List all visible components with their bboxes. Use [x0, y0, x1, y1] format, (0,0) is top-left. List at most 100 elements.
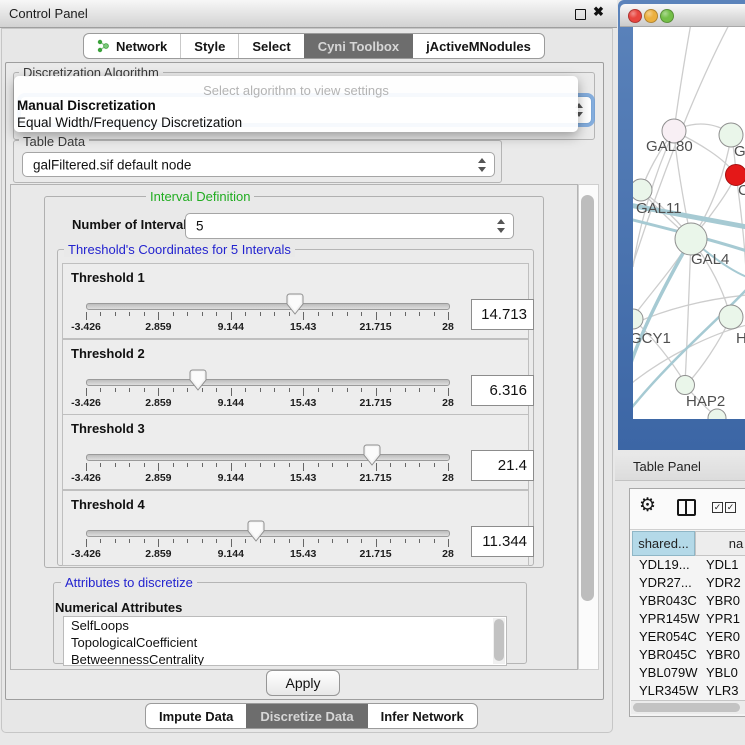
- menu-item-manual-discretization[interactable]: Manual Discretization: [17, 98, 156, 113]
- slider-track[interactable]: [86, 454, 450, 461]
- numerical-attributes-label: Numerical Attributes: [55, 600, 182, 615]
- threshold-value-field[interactable]: 6.316: [471, 375, 534, 406]
- horizontal-scrollbar[interactable]: [631, 700, 745, 714]
- slider-tick-labels: -3.4262.8599.14415.4321.71528: [86, 321, 448, 333]
- list-scrollbar-thumb[interactable]: [494, 619, 504, 661]
- mac-minimize-button[interactable]: [644, 9, 658, 23]
- graph-node[interactable]: [708, 409, 726, 419]
- horizontal-scrollbar-thumb[interactable]: [633, 703, 740, 712]
- slider-track[interactable]: [86, 530, 450, 537]
- threshold-value-field[interactable]: 11.344: [471, 526, 534, 557]
- list-scrollbar[interactable]: [493, 618, 505, 664]
- slider-tick-labels: -3.4262.8599.14415.4321.71528: [86, 397, 448, 409]
- tab-style[interactable]: Style: [180, 34, 238, 58]
- attributes-group-title: Attributes to discretize: [61, 575, 197, 590]
- graph-node[interactable]: [719, 305, 743, 329]
- column-header-name[interactable]: na: [695, 531, 745, 556]
- menu-item-equal-width-frequency[interactable]: Equal Width/Frequency Discretization: [17, 115, 242, 130]
- graph-node-label: H: [736, 330, 745, 347]
- graph-node[interactable]: [633, 179, 652, 201]
- threshold-label: Threshold 1: [71, 270, 145, 285]
- threshold-label: Threshold 4: [71, 497, 145, 512]
- table-row[interactable]: YBR043CYBR0: [632, 593, 745, 611]
- graph-node-label: GAL80: [646, 138, 693, 155]
- table-data-group-title: Table Data: [19, 134, 89, 149]
- attribute-list-item[interactable]: SelfLoops: [64, 617, 506, 634]
- thresholds-group-title: Threshold's Coordinates for 5 Intervals: [64, 242, 295, 257]
- network-window-titlebar: [620, 4, 745, 27]
- table-panel-titlebar: Table Panel: [615, 453, 745, 481]
- tab-discretize-data[interactable]: Discretize Data: [246, 704, 366, 728]
- table-data-combobox-value: galFiltered.sif default node: [33, 157, 191, 172]
- graph-node-label: GA: [734, 143, 745, 160]
- slider-track[interactable]: [86, 303, 450, 310]
- threshold-label: Threshold 3: [71, 421, 145, 436]
- numerical-attributes-list[interactable]: SelfLoopsTopologicalCoefficientBetweenne…: [63, 616, 507, 666]
- number-of-intervals-combobox[interactable]: 5: [185, 213, 514, 239]
- tab-network[interactable]: Network: [84, 34, 180, 58]
- slider-ticks: [86, 388, 448, 397]
- combo-stepper-icon: [497, 219, 506, 233]
- checkbox-icon[interactable]: ✓: [712, 502, 723, 513]
- tab-cyni-toolbox[interactable]: Cyni Toolbox: [304, 34, 412, 58]
- threshold-label: Threshold 2: [71, 346, 145, 361]
- cell-name: YBR0: [706, 647, 740, 662]
- threshold-value-field[interactable]: 21.4: [471, 450, 534, 481]
- control-panel-tabs: NetworkStyle Select Cyni ToolboxjActiveMNo…: [83, 33, 545, 59]
- tab-infer-network[interactable]: Infer Network: [367, 704, 477, 728]
- threshold-panel: Threshold 3 -3.4262.8599.14415.4321.7152…: [62, 414, 529, 490]
- table-data-combobox[interactable]: galFiltered.sif default node: [22, 152, 495, 177]
- table-row[interactable]: YBL079WYBL0: [632, 665, 745, 683]
- slider-ticks: [86, 463, 448, 472]
- graph-node[interactable]: [676, 376, 695, 395]
- table-row[interactable]: YDR27...YDR2: [632, 575, 745, 593]
- table-panel-box: ⚙ ✓ ✓ shared... na YDL19...YDL1YDR27...Y…: [629, 488, 745, 717]
- table-panel-title: Table Panel: [633, 459, 701, 474]
- cell-shared-name: YDR27...: [639, 575, 692, 590]
- column-header-shared-name[interactable]: shared...: [632, 531, 695, 556]
- tab-impute-data[interactable]: Impute Data: [146, 704, 246, 728]
- attribute-list-item[interactable]: BetweennessCentrality: [64, 651, 506, 666]
- table-row[interactable]: YBR045CYBR0: [632, 647, 745, 665]
- vertical-scrollbar[interactable]: [578, 184, 599, 670]
- threshold-value-field[interactable]: 14.713: [471, 299, 534, 330]
- graph-node-label: GAL4: [691, 251, 729, 268]
- tab-jactivemnodules[interactable]: jActiveMNodules: [412, 34, 544, 58]
- table-row[interactable]: YDL19...YDL1: [632, 557, 745, 575]
- apply-button[interactable]: Apply: [266, 670, 340, 696]
- float-icon[interactable]: [575, 9, 586, 20]
- columns-icon[interactable]: [677, 499, 696, 516]
- graph-node[interactable]: [633, 309, 643, 329]
- tab-label: Discretize Data: [260, 709, 353, 724]
- checkbox-icon[interactable]: ✓: [725, 502, 736, 513]
- cell-name: YLR3: [706, 683, 739, 698]
- cell-shared-name: YLR345W: [639, 683, 698, 698]
- table-row[interactable]: YPR145WYPR1: [632, 611, 745, 629]
- cell-shared-name: YPR145W: [639, 611, 700, 626]
- close-icon[interactable]: ✖: [593, 4, 604, 20]
- combo-stepper-icon: [478, 158, 487, 172]
- slider-ticks: [86, 539, 448, 548]
- gear-icon[interactable]: ⚙: [639, 496, 656, 515]
- graph-node-label: HAP2: [686, 393, 725, 410]
- control-panel-titlebar: Control Panel ✖: [0, 0, 617, 28]
- table-row[interactable]: YER054CYER0: [632, 629, 745, 647]
- vertical-scrollbar-thumb[interactable]: [581, 195, 594, 601]
- mac-zoom-button[interactable]: [660, 9, 674, 23]
- cell-name: YBL0: [706, 665, 738, 680]
- slider-ticks: [86, 312, 448, 321]
- network-canvas-svg: GAL80GACGAL11GAL4GCY1HHAP2: [633, 27, 745, 419]
- mac-close-button[interactable]: [628, 9, 642, 23]
- threshold-panel: Threshold 2 -3.4262.8599.14415.4321.7152…: [62, 339, 529, 415]
- network-view-canvas[interactable]: GAL80GACGAL11GAL4GCY1HHAP2: [633, 27, 745, 419]
- table-panel-toolbar: ⚙ ✓ ✓: [630, 489, 745, 530]
- slider-track[interactable]: [86, 379, 450, 386]
- threshold-panel: Threshold 1 -3.4262.8599.14415.4321.7152…: [62, 263, 529, 339]
- tab-label: Impute Data: [159, 709, 233, 724]
- table-row[interactable]: YLR345W YLR3: [632, 683, 745, 701]
- cell-name: YDL1: [706, 557, 739, 572]
- tab-select[interactable]: Select: [238, 34, 303, 58]
- tab-label: Select: [252, 39, 290, 54]
- attribute-list-item[interactable]: TopologicalCoefficient: [64, 634, 506, 651]
- algorithm-hint: Select algorithm to view settings: [14, 83, 578, 98]
